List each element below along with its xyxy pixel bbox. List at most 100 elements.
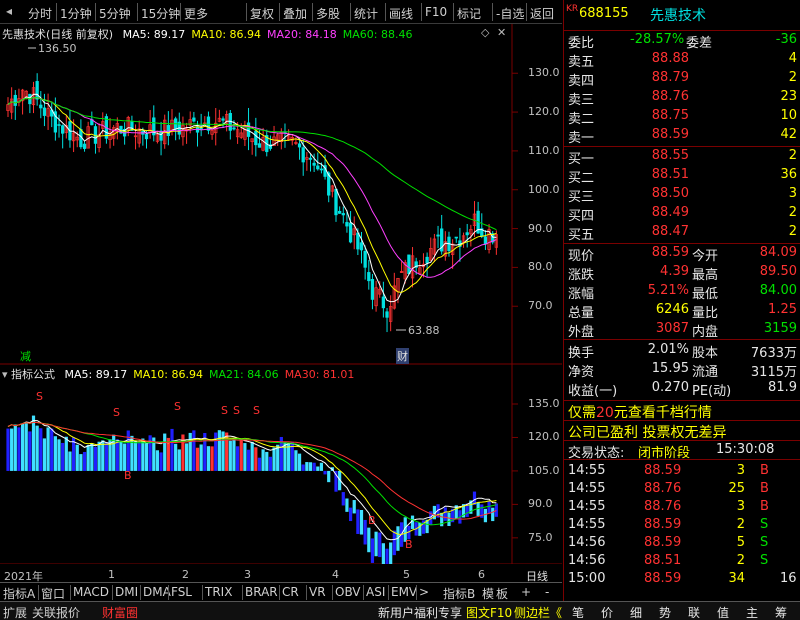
toolbar-item[interactable]: 返回: [530, 5, 554, 22]
candle-body: [483, 236, 488, 245]
candle-body: [199, 127, 203, 130]
indicator-tab[interactable]: EMV: [391, 585, 417, 599]
tick-side: S: [760, 553, 769, 568]
status-link[interactable]: 新用户福利专享: [378, 604, 462, 620]
order-volume: 42: [780, 127, 797, 142]
status-item[interactable]: 关联报价: [32, 604, 80, 620]
indicator-tab[interactable]: 指标A: [3, 585, 35, 602]
toolbar-item[interactable]: F10: [425, 5, 447, 19]
status-bar: 扩展 关联报价 财富圈 新用户福利专享 图文F10 侧边栏《笔 价 细 势 联 值 主 筹: [0, 601, 800, 620]
indicator-tab[interactable]: +: [521, 585, 531, 599]
notice-text: 公司已盈利 投票权无差异: [568, 425, 727, 441]
quote-value: 3087: [655, 321, 689, 336]
order-level-label: 买一: [568, 152, 595, 167]
indicator-tab[interactable]: 板: [496, 585, 508, 602]
toolbar-item[interactable]: 5分钟: [99, 5, 131, 22]
order-price: 88.47: [651, 224, 689, 239]
toolbar-item[interactable]: 复权: [250, 5, 274, 22]
indicator-bar: [93, 446, 98, 471]
indicator-bar: [75, 444, 79, 471]
indicator-bar: [363, 519, 367, 545]
indicator-bar: [381, 543, 385, 564]
tick-time: 15:00: [568, 571, 606, 586]
panel-switch-icon[interactable]: 势: [659, 604, 671, 620]
indicator-tab[interactable]: BRAR: [245, 585, 278, 599]
status-link[interactable]: 侧边栏《: [514, 604, 562, 620]
x-axis-month: 3: [244, 568, 251, 581]
indicator-bar: [418, 522, 422, 536]
indicator-tab[interactable]: TRIX: [205, 585, 232, 599]
candle-body: [316, 165, 320, 170]
indicator-tab[interactable]: OBV: [335, 585, 361, 599]
tab-separator: [332, 585, 333, 600]
candle-body: [334, 188, 338, 216]
toolbar-item[interactable]: 叠加: [283, 5, 307, 22]
toolbar-item[interactable]: 统计: [354, 5, 378, 22]
toolbar-item[interactable]: 分时: [28, 5, 52, 22]
indicator-bar: [392, 530, 396, 556]
indicator-tab[interactable]: -: [545, 585, 549, 599]
indicator-bar: [192, 430, 196, 471]
toolbar-item[interactable]: -自选: [496, 5, 524, 22]
order-price: 88.59: [651, 127, 689, 142]
indicator-bar: [148, 435, 152, 471]
order-volume: 2: [788, 224, 797, 239]
quote-label: 涨幅: [568, 287, 595, 302]
indicator-bar: [57, 439, 61, 471]
tick-side: B: [760, 463, 769, 478]
indicator-bar: [31, 415, 36, 471]
sell-signal: S: [113, 406, 120, 419]
candle-body: [13, 94, 17, 106]
indicator-tab[interactable]: ASI: [366, 585, 385, 599]
indicator-tab[interactable]: DMA: [143, 585, 171, 599]
sell-signal: S: [221, 404, 228, 417]
panel-switch-icon[interactable]: 主: [746, 604, 758, 620]
panel-switch-icon[interactable]: 筹: [775, 604, 787, 620]
promo-text[interactable]: 仅需20元查看千档行情: [568, 402, 712, 422]
toolbar-item[interactable]: 画线: [389, 5, 413, 22]
indicator-tab[interactable]: >: [419, 585, 429, 599]
stats-row: 净资 15.95 流通 3115万: [564, 360, 800, 380]
indicator-chart[interactable]: SS S S S SBBB: [0, 364, 562, 564]
status-item[interactable]: 财富圈: [102, 604, 138, 620]
left-arrow-icon[interactable]: ◂: [6, 4, 12, 18]
toolbar-item[interactable]: 更多: [184, 5, 208, 22]
indicator-tab[interactable]: 窗口: [41, 585, 65, 602]
indicator-tab[interactable]: 模: [482, 585, 494, 602]
panel-switch-icon[interactable]: 联: [688, 604, 700, 620]
order-volume: 10: [780, 108, 797, 123]
candle-body: [42, 107, 47, 116]
stats-label: 净资: [568, 365, 595, 380]
status-link[interactable]: 图文F10: [466, 604, 512, 620]
cai-badge[interactable]: 财: [396, 348, 409, 364]
indicator-bar: [246, 449, 251, 471]
order-volume: 36: [780, 167, 797, 182]
panel-switch-icon[interactable]: 细: [630, 604, 642, 620]
toolbar-item[interactable]: 多股: [316, 5, 340, 22]
toolbar-item[interactable]: 标记: [457, 5, 481, 22]
panel-switch-icon[interactable]: 价: [601, 604, 613, 620]
indicator-tab[interactable]: MACD: [73, 585, 109, 599]
toolbar-item[interactable]: 1分钟: [60, 5, 92, 22]
indicator-tab[interactable]: CR: [282, 585, 299, 599]
indicator-tab[interactable]: DMI: [115, 585, 138, 599]
candle-body: [367, 272, 371, 282]
toolbar-item[interactable]: 15分钟: [141, 5, 180, 22]
indicator-bar: [345, 498, 349, 512]
status-item[interactable]: 扩展: [3, 604, 27, 620]
toolbar-separator: [421, 3, 422, 21]
sell-signal: S: [253, 404, 260, 417]
panel-switch-icon[interactable]: 值: [717, 604, 729, 620]
x-axis-month: 2: [182, 568, 189, 581]
jian-badge[interactable]: 减: [20, 348, 31, 364]
panel-switch-icon[interactable]: 笔: [572, 604, 584, 620]
toolbar-separator: [56, 3, 57, 21]
indicator-bar: [254, 447, 258, 471]
indicator-bar: [217, 430, 221, 471]
main-chart[interactable]: 136.50 63.88: [0, 24, 562, 364]
promo-row[interactable]: 仅需20元查看千档行情: [564, 400, 800, 422]
indicator-tab[interactable]: FSL: [171, 585, 192, 599]
indicator-tab[interactable]: VR: [309, 585, 326, 599]
indicator-bar: [236, 446, 240, 471]
indicator-tab[interactable]: 指标B: [443, 585, 475, 602]
